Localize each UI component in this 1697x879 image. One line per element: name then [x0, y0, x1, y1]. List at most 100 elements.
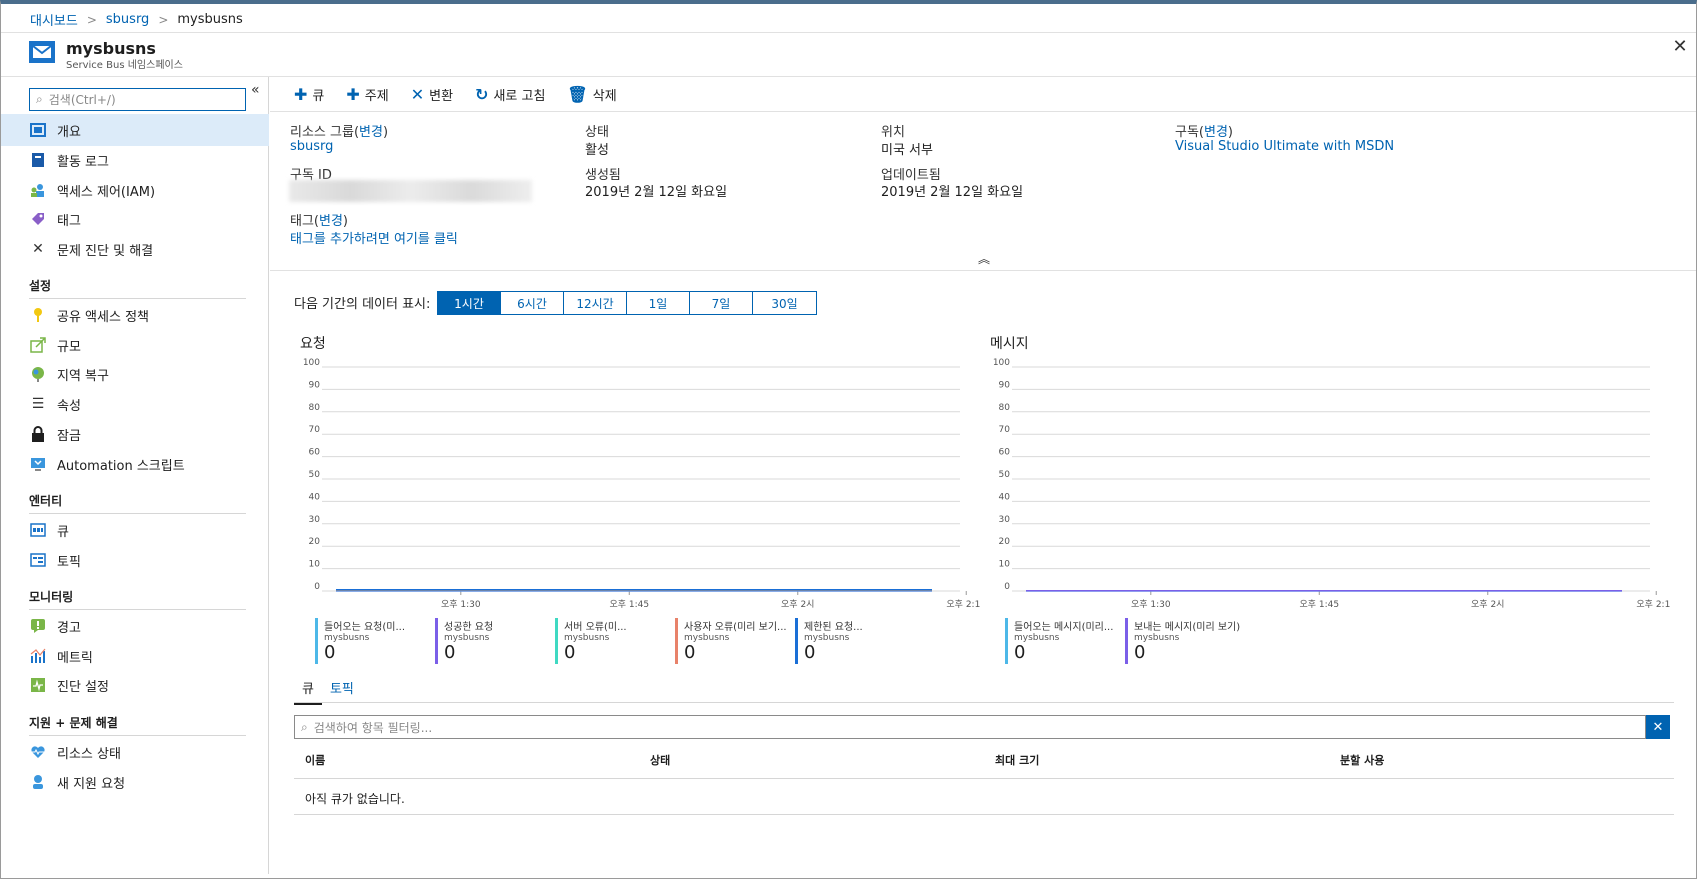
- filter-input[interactable]: ⌕ 검색하여 항목 필터링...: [294, 715, 1646, 739]
- sidebar-item-diagnostic-settings[interactable]: 진단 설정: [1, 669, 269, 701]
- resource-group-link[interactable]: sbusrg: [290, 139, 333, 154]
- sidebar-item-shared-access[interactable]: 공유 액세스 정책: [1, 299, 269, 331]
- topic-icon: [29, 551, 47, 569]
- breadcrumb-current: mysbusns: [177, 12, 243, 27]
- heart-icon: [29, 743, 47, 761]
- column-name[interactable]: 이름: [305, 752, 325, 768]
- y-tick-label: 40: [999, 492, 1011, 502]
- sidebar-item-overview[interactable]: 개요: [1, 114, 269, 146]
- legend-series-source: mysbusns: [804, 633, 850, 643]
- legend-item[interactable]: 들어오는 요청(미... mysbusns 0: [315, 618, 435, 664]
- sidebar-item-metrics[interactable]: 메트릭: [1, 640, 269, 672]
- sidebar-item-alerts[interactable]: 경고: [1, 610, 269, 642]
- time-range-12h[interactable]: 12시간: [564, 292, 627, 314]
- requests-chart[interactable]: 0 10 20 30 40 50 60 70 80 90 100 오후 1:30 오후 1:45 오후 2…: [300, 355, 980, 615]
- sidebar-item-new-support[interactable]: 새 지원 요청: [1, 766, 269, 798]
- time-range-1h[interactable]: 1시간: [438, 292, 501, 314]
- sidebar-item-geo-recovery[interactable]: 지역 복구: [1, 358, 269, 390]
- sidebar-item-properties[interactable]: ☰ 속성: [1, 388, 269, 420]
- y-tick-label: 60: [999, 448, 1011, 458]
- column-max-size[interactable]: 최대 크기: [995, 752, 1039, 768]
- x-tick-label: 오후 2:15: [1636, 599, 1670, 610]
- column-status[interactable]: 상태: [650, 752, 670, 768]
- y-tick-label: 80: [999, 403, 1011, 413]
- time-range-1d[interactable]: 1일: [627, 292, 690, 314]
- section-entities: 엔터티: [29, 494, 63, 508]
- y-tick-label: 50: [999, 470, 1011, 480]
- sidebar-item-topics[interactable]: 토픽: [1, 544, 269, 576]
- convert-button[interactable]: ✕ 변환: [411, 85, 453, 104]
- change-tags-link[interactable]: 변경: [319, 214, 343, 229]
- tab-topics[interactable]: 토픽: [322, 676, 362, 705]
- sidebar-search-input[interactable]: ⌕ 검색(Ctrl+/): [29, 88, 246, 111]
- resource-group-label: 리소스 그룹(변경): [290, 125, 389, 140]
- legend-series-source: mysbusns: [1134, 633, 1180, 643]
- legend-item[interactable]: 서버 오류(미... mysbusns 0: [555, 618, 675, 664]
- close-icon[interactable]: ✕: [1671, 38, 1689, 56]
- time-range-6h[interactable]: 6시간: [501, 292, 564, 314]
- legend-series-name: 사용자 오류(미리 보기...: [684, 622, 787, 633]
- change-subscription-link[interactable]: 변경: [1204, 125, 1228, 140]
- sidebar-item-tags[interactable]: 태그: [1, 203, 269, 235]
- empty-table-message: 아직 큐가 없습니다.: [305, 792, 405, 806]
- tab-queues[interactable]: 큐: [294, 676, 322, 705]
- legend-item[interactable]: 사용자 오류(미리 보기... mysbusns 0: [675, 618, 795, 664]
- delete-button[interactable]: 🗑 삭제: [567, 85, 616, 104]
- collapse-essentials-icon[interactable]: ︽: [978, 250, 990, 267]
- legend-series-name: 서버 오류(미...: [564, 622, 627, 633]
- sidebar-item-diagnose[interactable]: ✕ 문제 진단 및 해결: [1, 233, 269, 265]
- legend-series-source: mysbusns: [444, 633, 490, 643]
- y-tick-label: 90: [309, 380, 321, 390]
- time-range-7d[interactable]: 7일: [690, 292, 753, 314]
- breadcrumb-sbusrg[interactable]: sbusrg: [106, 12, 149, 27]
- queue-icon: [29, 521, 47, 539]
- time-range-30d[interactable]: 30일: [753, 292, 816, 314]
- x-tick-label: 오후 2시: [781, 599, 814, 610]
- page-subtitle: Service Bus 네임스페이스: [66, 60, 183, 71]
- lock-icon: [29, 425, 47, 443]
- section-settings: 설정: [29, 279, 52, 293]
- created-value: 2019년 2월 12일 화요일: [585, 185, 728, 200]
- command-bar: ✚ 큐 ✚ 주제 ✕ 변환 ↻ 새로 고침 🗑 삭제: [294, 85, 617, 104]
- sidebar-item-resource-health[interactable]: 리소스 상태: [1, 736, 269, 768]
- sidebar-item-scale[interactable]: 규모: [1, 329, 269, 361]
- add-tags-link[interactable]: 태그를 추가하려면 여기를 클릭: [290, 228, 458, 247]
- breadcrumb-dashboard[interactable]: 대시보드: [30, 10, 78, 29]
- column-partitioning[interactable]: 분할 사용: [1340, 752, 1384, 768]
- iam-icon: [29, 181, 47, 199]
- change-resource-group-link[interactable]: 변경: [359, 125, 383, 140]
- add-topic-button[interactable]: ✚ 주제: [346, 85, 388, 104]
- sidebar-item-queues[interactable]: 큐: [1, 514, 269, 546]
- sidebar-item-iam[interactable]: 액세스 제어(IAM): [1, 174, 269, 206]
- y-tick-label: 20: [999, 537, 1011, 547]
- overview-icon: [29, 121, 47, 139]
- key-icon: [29, 306, 47, 324]
- refresh-button[interactable]: ↻ 새로 고침: [475, 85, 545, 104]
- metrics-icon: [29, 647, 47, 665]
- legend-series-name: 들어오는 메시지(미리...: [1014, 622, 1114, 633]
- legend-item[interactable]: 성공한 요청 mysbusns 0: [435, 618, 555, 664]
- add-queue-button[interactable]: ✚ 큐: [294, 85, 324, 104]
- legend-series-value: 0: [1014, 642, 1026, 663]
- legend-item[interactable]: 들어오는 메시지(미리... mysbusns 0: [1005, 618, 1125, 664]
- clear-filter-button[interactable]: ✕: [1646, 715, 1670, 739]
- y-tick-label: 70: [999, 425, 1011, 435]
- support-icon: [29, 773, 47, 791]
- sidebar-item-locks[interactable]: 잠금: [1, 418, 269, 450]
- legend-item[interactable]: 보내는 메시지(미리 보기) mysbusns 0: [1125, 618, 1245, 664]
- legend-item[interactable]: 제한된 요청... mysbusns 0: [795, 618, 915, 664]
- y-tick-label: 20: [309, 537, 321, 547]
- messages-chart[interactable]: 0 10 20 30 40 50 60 70 80 90 100 오후 1:30 오후 1:45 오후 2…: [990, 355, 1670, 615]
- scale-icon: [29, 336, 47, 354]
- subscription-link[interactable]: Visual Studio Ultimate with MSDN: [1175, 139, 1394, 154]
- tags-label: 태그(변경): [290, 214, 348, 229]
- sidebar-item-automation[interactable]: Automation 스크립트: [1, 448, 269, 480]
- automation-icon: [29, 455, 47, 473]
- messages-chart-title: 메시지: [990, 336, 1029, 352]
- sidebar-item-activity-log[interactable]: 활동 로그: [1, 144, 269, 176]
- updated-value: 2019년 2월 12일 화요일: [881, 185, 1024, 200]
- x-tick-label: 오후 1:45: [609, 599, 649, 610]
- legend-series-name: 보내는 메시지(미리 보기): [1134, 622, 1241, 633]
- plus-icon: ✚: [294, 85, 308, 104]
- collapse-sidebar-icon[interactable]: «: [251, 82, 260, 98]
